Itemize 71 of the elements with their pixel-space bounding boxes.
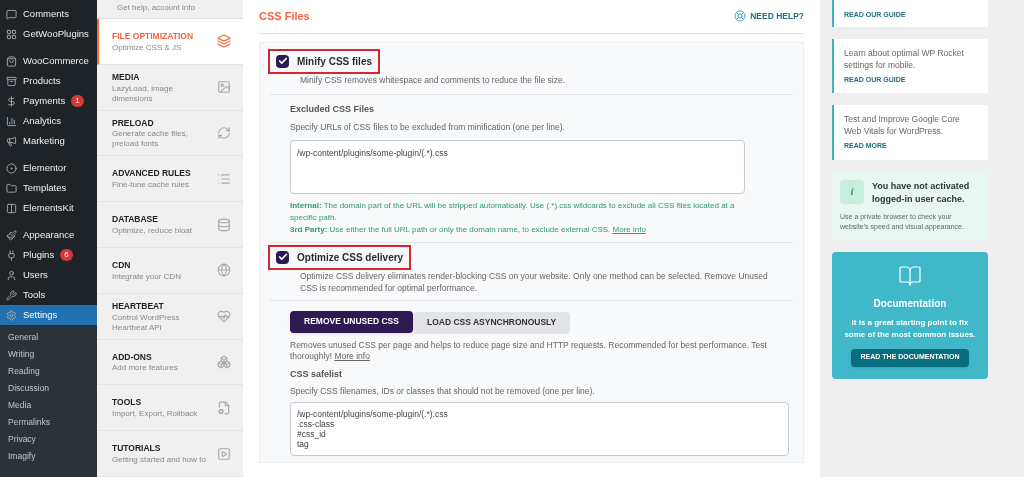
- guide-text: Test and Improve Google Core Web Vitals for WordPress.: [844, 113, 961, 137]
- submenu-item[interactable]: Permalinks: [0, 414, 97, 431]
- nav-item-description: Optimize, reduce bloat: [112, 225, 193, 236]
- admin-menu-item[interactable]: Products: [0, 71, 97, 91]
- count-badge: 6: [60, 249, 73, 261]
- docs-text: It is a great starting point to fix some of the most common issues.: [843, 316, 977, 341]
- admin-menu-item[interactable]: Appearance: [0, 225, 97, 245]
- nav-item-title: DATABASE: [112, 213, 159, 226]
- admin-menu-item[interactable]: Payments 1: [0, 91, 97, 111]
- admin-menu-item[interactable]: Plugins 6: [0, 245, 97, 265]
- nav-item-title: FILE OPTIMIZATION: [112, 30, 194, 43]
- help-note: 3rd Party: Use either the full URL path or only the domain name, to exclude external CSS. More info: [290, 223, 647, 236]
- option-description: Optimize CSS delivery eliminates render-blocking CSS on your website. Only one method can be selected. Remove Unused CSS is recommended for optimal performance.: [299, 269, 769, 294]
- safelist-field[interactable]: /wp-content/plugins/some-plugin/(.*).css .css-class #css_id tag: [290, 401, 789, 456]
- submenu-item[interactable]: Media: [0, 397, 97, 414]
- field-description: Specify URLs of CSS files to be excluded from minification (one per line).: [290, 120, 566, 134]
- field-label: CSS safelist: [290, 367, 344, 381]
- nav-item-title: TUTORIALS: [112, 442, 162, 455]
- nav-item-title: ADD-ONS: [112, 350, 153, 364]
- count-badge: 1: [71, 95, 84, 107]
- admin-menu-item[interactable]: Users: [0, 265, 97, 285]
- admin-menu-item[interactable]: Settings: [0, 305, 97, 325]
- method-tab[interactable]: REMOVE UNUSED CSS: [290, 310, 413, 333]
- admin-menu-item[interactable]: Analytics: [0, 111, 97, 131]
- excluded-files-field[interactable]: /wp-content/plugins/some-plugin/(.*).css: [290, 139, 745, 194]
- nav-item-description: Control WordPress Heartbeat API: [112, 312, 181, 333]
- nav-item-description: Add more features: [112, 363, 178, 374]
- nav-item-title: ADVANCED RULES: [112, 167, 191, 181]
- admin-menu-item[interactable]: Tools: [0, 285, 97, 305]
- admin-menu-item[interactable]: Comments: [0, 4, 97, 24]
- notice-title: You have not activated logged-in user cache.: [872, 179, 971, 206]
- more-info-link[interactable]: More info: [334, 350, 370, 361]
- nav-item-title: HEARTBEAT: [112, 299, 165, 313]
- nav-item-title: PRELOAD: [112, 116, 155, 130]
- field-label: Excluded CSS Files: [290, 103, 376, 117]
- submenu-item[interactable]: Imagify: [0, 448, 97, 465]
- nav-item-description: Integrate your CDN: [112, 271, 181, 282]
- plugin-nav-item[interactable]: FILE OPTIMIZATION Optimize CSS & JS: [97, 19, 243, 65]
- nav-item-description: LazyLoad, image dimensions: [112, 83, 174, 104]
- submenu-item[interactable]: Privacy: [0, 431, 97, 448]
- admin-menu-item[interactable]: WooCommerce: [0, 51, 97, 71]
- help-note: Internal: The domain part of the URL will be stripped automatically. Use (.*).css wildcards to exclude all CSS files located at a specific path.: [290, 199, 736, 224]
- checkbox-label: Minify CSS files: [297, 54, 372, 69]
- method-tab[interactable]: LOAD CSS ASYNCHRONOUSLY: [412, 311, 571, 334]
- nav-item-description: Import, Export, Rollback: [112, 409, 198, 420]
- more-info-link[interactable]: More info: [612, 224, 646, 234]
- nav-item-title: CDN: [112, 259, 132, 272]
- submenu-item[interactable]: Discussion: [0, 380, 97, 397]
- admin-menu-item[interactable]: ElementsKit: [0, 198, 97, 218]
- submenu-item[interactable]: General: [0, 329, 97, 346]
- nav-item-description: Getting started and how to: [112, 454, 206, 465]
- option-description: Minify CSS removes whitespace and comments to reduce the file size.: [299, 73, 567, 87]
- info-badge: i: [840, 179, 864, 204]
- docs-title: Documentation: [873, 296, 947, 311]
- admin-menu-item[interactable]: Marketing: [0, 131, 97, 151]
- submenu-item[interactable]: Reading: [0, 363, 97, 380]
- nav-item-title: MEDIA: [112, 70, 141, 84]
- field-description: Specify CSS filenames, IDs or classes that should not be removed (one per line).: [290, 385, 596, 398]
- nav-item-description: Optimize CSS & JS: [112, 42, 183, 53]
- admin-menu-item[interactable]: Templates: [0, 178, 97, 198]
- checkbox-label: Optimize CSS delivery: [297, 250, 404, 265]
- nav-item-description: Fine-tune cache rules: [112, 180, 190, 191]
- need-help-link[interactable]: NEED HELP?: [734, 9, 804, 23]
- nav-item-title: TOOLS: [112, 396, 143, 410]
- admin-menu-item[interactable]: Elementor: [0, 158, 97, 178]
- nav-item-description: Generate cache files, preload fonts: [112, 129, 189, 150]
- submenu-item[interactable]: Writing: [0, 346, 97, 363]
- guide-text: Learn about optimal WP Rocket settings for mobile.: [844, 46, 965, 71]
- section-title: CSS Files: [259, 9, 310, 24]
- method-description: Removes unused CSS per page and helps to reduce page size and HTTP requests. Recommended for best performance. Test thoroughly! More info: [290, 339, 768, 362]
- admin-menu-item[interactable]: GetWooPlugins: [0, 24, 97, 44]
